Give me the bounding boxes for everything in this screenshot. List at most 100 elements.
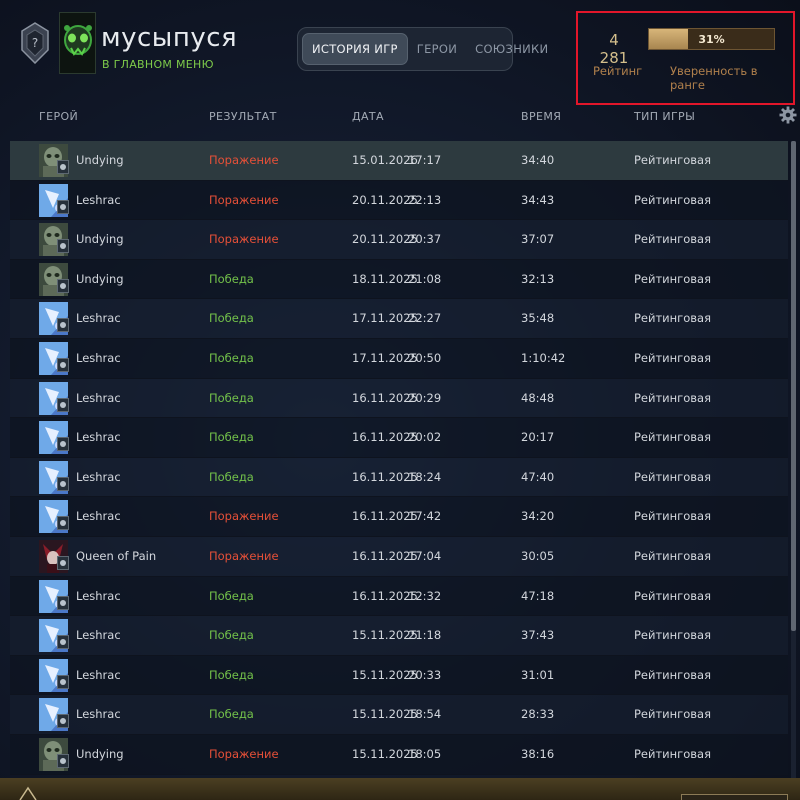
tab-match-history[interactable]: ИСТОРИЯ ИГР [302, 33, 408, 65]
match-duration: 32:13 [521, 271, 555, 286]
gear-icon[interactable] [779, 106, 797, 124]
match-duration: 34:40 [521, 153, 555, 167]
table-row[interactable]: Leshrac Победа 16.11.2025 12:32 47:18 Рейтинг… [10, 576, 788, 617]
table-row[interactable]: Leshrac Победа 16.11.2025 18:24 47:40 Рейтинг… [10, 457, 788, 498]
match-duration: 37:07 [521, 232, 555, 247]
match-result: Победа [209, 588, 254, 603]
match-start-time: 18:24 [408, 469, 442, 484]
match-duration: 34:20 [521, 509, 555, 524]
match-result: Победа [209, 271, 254, 286]
match-start-time: 21:08 [408, 271, 442, 286]
avatar-skull-icon [63, 25, 92, 56]
hero-name: Leshrac [76, 628, 121, 643]
hero-facet-icon [57, 674, 69, 689]
game-type: Рейтинговая [634, 707, 711, 722]
match-duration: 31:01 [521, 667, 555, 682]
hero-name: Leshrac [76, 469, 121, 484]
hero-name: Undying [76, 746, 124, 761]
match-duration: 28:33 [521, 707, 555, 722]
match-duration: 47:18 [521, 588, 555, 603]
match-result: Победа [209, 430, 254, 445]
table-row[interactable]: Leshrac Поражение 16.11.2025 17:42 34:20 Рейт… [10, 497, 788, 537]
match-result: Победа [209, 390, 254, 405]
tab-heroes[interactable]: ГЕРОИ [408, 33, 466, 65]
player-status: В ГЛАВНОМ МЕНЮ [102, 58, 214, 71]
hero-facet-icon [57, 160, 69, 174]
hero-name: Leshrac [76, 509, 121, 524]
hero-facet-icon [57, 199, 69, 214]
table-row[interactable]: Leshrac Победа 17.11.2025 20:50 1:10:42 Рейти… [10, 338, 788, 379]
rating-panel: 4 281 Рейтинг 31% Уверенность в ранге [576, 11, 795, 105]
table-row[interactable]: Leshrac Победа 15.11.2025 20:33 31:01 Рейтинг… [10, 655, 788, 696]
table-row[interactable]: Leshrac Поражение 20.11.2025 22:13 34:43 Рейт… [10, 180, 788, 221]
match-duration: 48:48 [521, 390, 555, 405]
scrollbar-thumb[interactable] [791, 141, 796, 631]
match-start-time: 17:04 [408, 548, 442, 563]
match-duration: 35:48 [521, 311, 555, 326]
match-start-time: 22:13 [408, 192, 442, 207]
match-start-time: 21:18 [408, 628, 442, 643]
hero-name: Leshrac [76, 667, 121, 682]
table-row[interactable]: Leshrac Победа 15.11.2025 21:18 37:43 Рейтинг… [10, 616, 788, 656]
hero-facet-icon [57, 318, 69, 333]
username: мусыпуся [101, 23, 238, 53]
table-row[interactable]: Undying Поражение 15.11.2025 18:05 38:16 Рейт… [10, 734, 788, 775]
table-row[interactable]: Leshrac Победа 15.11.2025 18:54 28:33 Рейтинг… [10, 695, 788, 735]
match-start-time: 20:37 [408, 232, 442, 247]
avatar[interactable] [59, 12, 96, 74]
match-result: Поражение [209, 192, 279, 207]
table-row[interactable]: Undying Победа 18.11.2025 21:08 32:13 Рейтинг… [10, 259, 788, 300]
match-duration: 20:17 [521, 430, 555, 445]
match-duration: 38:16 [521, 746, 555, 761]
column-header-hero[interactable]: ГЕРОЙ [39, 110, 78, 123]
hero-name: Undying [76, 232, 124, 247]
match-result: Победа [209, 469, 254, 484]
game-type: Рейтинговая [634, 628, 711, 643]
match-duration: 1:10:42 [521, 350, 566, 365]
hero-name: Leshrac [76, 707, 121, 722]
game-type: Рейтинговая [634, 548, 711, 563]
table-row[interactable]: Undying Поражение 20.11.2025 20:37 37:07 Рейт… [10, 220, 788, 260]
hero-facet-icon [57, 357, 69, 372]
match-start-time: 20:29 [408, 390, 442, 405]
table-row[interactable]: Queen of Pain Поражение 16.11.2025 17:04 30:… [10, 536, 788, 577]
hero-name: Leshrac [76, 588, 121, 603]
table-row[interactable]: Leshrac Победа 16.11.2025 20:29 48:48 Рейтинг… [10, 378, 788, 419]
rating-value: 4 281 [599, 31, 629, 67]
game-type: Рейтинговая [634, 509, 711, 524]
table-row[interactable]: Leshrac Победа 16.11.2025 20:02 20:17 Рейтинг… [10, 418, 788, 458]
hero-facet-icon [57, 714, 69, 729]
column-header-result[interactable]: РЕЗУЛЬТАТ [209, 110, 277, 123]
game-type: Рейтинговая [634, 232, 711, 247]
rank-medal-icon[interactable]: ? [20, 22, 50, 64]
column-header-duration[interactable]: ВРЕМЯ [521, 110, 561, 123]
banner-button[interactable] [681, 794, 788, 800]
hero-name: Leshrac [76, 350, 121, 365]
hero-name: Leshrac [76, 311, 121, 326]
hero-name: Undying [76, 271, 124, 286]
table-row[interactable]: Leshrac Победа 17.11.2025 22:27 35:48 Рейтинг… [10, 299, 788, 339]
profile-header: ? мусыпуся В ГЛАВНОМ МЕНЮ ИСТОРИЯ ИГР ГЕ… [0, 0, 800, 105]
profile-tabs: ИСТОРИЯ ИГР ГЕРОИ СОЮЗНИКИ [297, 27, 548, 71]
match-result: Поражение [209, 509, 279, 524]
column-header-game-type[interactable]: ТИП ИГРЫ [634, 110, 695, 123]
game-type: Рейтинговая [634, 469, 711, 484]
match-result: Победа [209, 628, 254, 643]
match-start-time: 12:32 [408, 588, 442, 603]
tab-allies[interactable]: СОЮЗНИКИ [466, 33, 557, 65]
hero-facet-icon [57, 595, 69, 610]
bottom-banner [0, 778, 800, 800]
hero-facet-icon [57, 397, 69, 412]
hero-facet-icon [57, 555, 69, 570]
match-result: Поражение [209, 153, 279, 167]
hero-name: Leshrac [76, 390, 121, 405]
column-header-date[interactable]: ДАТА [352, 110, 384, 123]
svg-text:?: ? [32, 36, 38, 50]
match-result: Победа [209, 350, 254, 365]
match-start-time: 17:42 [408, 509, 442, 524]
match-result: Победа [209, 707, 254, 722]
table-row[interactable]: Undying Поражение 15.01.2026 17:17 34:40 Рейт… [10, 141, 788, 181]
match-start-time: 22:27 [408, 311, 442, 326]
game-type: Рейтинговая [634, 350, 711, 365]
hero-name: Leshrac [76, 192, 121, 207]
